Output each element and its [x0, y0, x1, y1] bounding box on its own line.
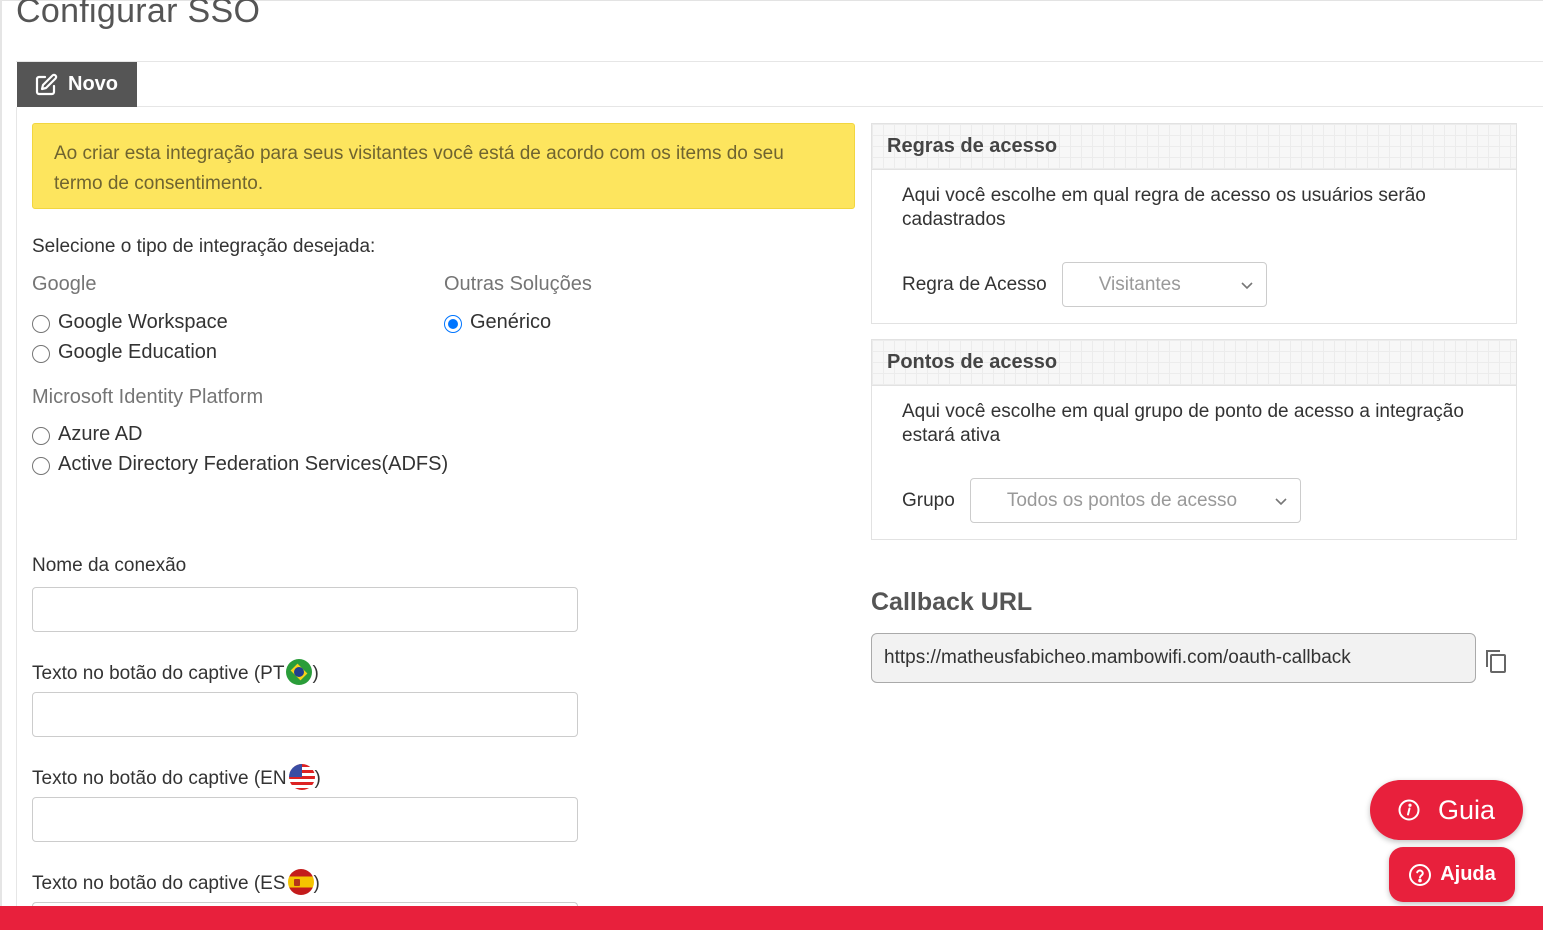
captive-es-label-text: Texto no botão do captive (ES — [32, 873, 286, 894]
chevron-down-icon — [1275, 497, 1287, 505]
captive-es-label: Texto no botão do captive (ES) — [32, 869, 320, 895]
callback-title: Callback URL — [871, 588, 1033, 616]
access-rule-label: Regra de Acesso — [902, 273, 1047, 295]
access-rules-description: Aqui você escolhe em qual regra de acess… — [902, 185, 1426, 230]
paren: ) — [312, 663, 319, 684]
radio-circle[interactable] — [32, 345, 50, 363]
connection-name-label: Nome da conexão — [32, 555, 187, 576]
access-rule-value: Visitantes — [1098, 273, 1181, 295]
radio-google-education[interactable]: Google Education — [32, 341, 217, 364]
radio-label: Genérico — [470, 311, 552, 333]
question-icon — [1409, 863, 1432, 886]
captive-pt-label: Texto no botão do captive (PT) — [32, 659, 319, 685]
consent-alert-text: Ao criar esta integração para seus visit… — [54, 143, 784, 194]
paren: ) — [313, 873, 320, 894]
captive-en-label-text: Texto no botão do captive (EN — [32, 768, 287, 789]
paren: ) — [314, 768, 321, 789]
group-select[interactable]: Todos os pontos de acesso — [969, 478, 1301, 523]
help-label: Ajuda — [1440, 863, 1496, 885]
access-points-panel: Pontos de acesso Aqui você escolhe em qu… — [871, 339, 1517, 540]
radio-circle[interactable] — [32, 457, 50, 475]
brazil-flag-icon — [286, 659, 313, 685]
radio-circle[interactable] — [32, 315, 50, 333]
content-border — [16, 107, 17, 907]
captive-en-label: Texto no botão do captive (EN) — [32, 764, 321, 790]
radio-label: Google Education — [58, 341, 218, 363]
radio-circle-checked[interactable] — [444, 315, 462, 333]
callback-url-text: https://matheusfabicheo.mambowifi.com/oa… — [884, 647, 1351, 668]
captive-pt-label-text: Texto no botão do captive (PT — [32, 663, 285, 684]
access-rules-panel: Regras de acesso Aqui você escolhe em qu… — [871, 123, 1517, 324]
help-button[interactable]: Ajuda — [1389, 847, 1515, 902]
access-points-title: Pontos de acesso — [872, 340, 1516, 386]
radio-google-workspace[interactable]: Google Workspace — [32, 311, 228, 334]
radio-azure-ad[interactable]: Azure AD — [32, 423, 142, 446]
page-title: Configurar SSO — [16, 0, 261, 30]
access-rule-select[interactable]: Visitantes — [1061, 262, 1267, 307]
integration-prompt: Selecione o tipo de integração desejada: — [32, 236, 376, 257]
guide-button[interactable]: Guia — [1370, 780, 1523, 840]
spain-flag-icon — [287, 869, 314, 895]
edit-icon — [35, 73, 58, 95]
access-points-description: Aqui você escolhe em qual grupo de ponto… — [902, 401, 1464, 446]
radio-label: Active Directory Federation Services(ADF… — [58, 453, 449, 475]
group-label: Grupo — [902, 489, 955, 511]
radio-generico[interactable]: Genérico — [444, 311, 551, 334]
left-rule — [0, 0, 2, 906]
group-value: Todos os pontos de acesso — [1006, 489, 1238, 511]
copy-icon[interactable] — [1484, 648, 1508, 674]
chevron-down-icon — [1241, 281, 1253, 289]
tab-new[interactable]: Novo — [17, 62, 137, 107]
tab-divider — [137, 106, 1543, 107]
captive-en-input[interactable] — [32, 797, 578, 842]
group-label-other: Outras Soluções — [444, 273, 592, 295]
radio-adfs[interactable]: Active Directory Federation Services(ADF… — [32, 453, 448, 476]
radio-circle[interactable] — [32, 427, 50, 445]
connection-name-input[interactable] — [32, 587, 578, 632]
title-divider — [16, 61, 1543, 62]
guide-label: Guia — [1437, 794, 1496, 825]
group-label-google: Google — [32, 273, 97, 295]
captive-pt-input[interactable] — [32, 692, 578, 737]
bottom-bar — [0, 906, 1543, 930]
usa-flag-icon — [288, 764, 315, 790]
radio-label: Google Workspace — [58, 311, 228, 333]
callback-url-field[interactable]: https://matheusfabicheo.mambowifi.com/oa… — [871, 633, 1476, 683]
group-label-microsoft: Microsoft Identity Platform — [32, 386, 264, 408]
consent-alert: Ao criar esta integração para seus visit… — [32, 123, 855, 209]
radio-label: Azure AD — [58, 423, 143, 445]
info-icon — [1398, 799, 1420, 821]
access-rules-title: Regras de acesso — [872, 124, 1516, 170]
tab-new-label: Novo — [68, 73, 118, 95]
